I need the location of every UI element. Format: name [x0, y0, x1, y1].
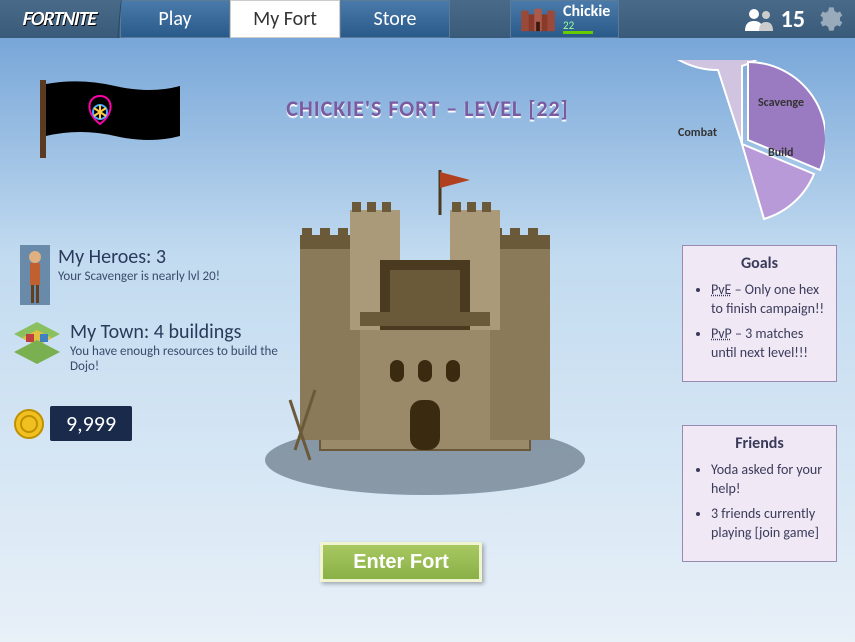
goal-item[interactable]: PvE – Only one hex to finish campaign!! [711, 281, 826, 319]
enter-fort-button[interactable]: Enter Fort [320, 542, 482, 582]
pie-label-combat: Combat [678, 126, 717, 140]
castle-icon [519, 5, 557, 33]
town-icon [12, 320, 62, 365]
tab-store[interactable]: Store [340, 0, 450, 38]
heroes-sub: Your Scavenger is nearly lvl 20! [58, 269, 220, 284]
goals-panel: Goals PvE – Only one hex to finish campa… [682, 245, 837, 382]
friends-icon [743, 7, 775, 31]
pie-label-build: Build [768, 146, 794, 160]
coin-value: 9,999 [50, 406, 132, 441]
friend-count-value: 15 [781, 5, 805, 34]
heroes-heading: My Heroes: 3 [58, 245, 220, 269]
friend-count[interactable]: 15 [743, 5, 805, 34]
hero-icon [20, 245, 50, 305]
settings-icon[interactable] [815, 5, 843, 33]
friends-title: Friends [693, 434, 826, 453]
friend-item[interactable]: 3 friends currently playing [join game] [711, 505, 826, 543]
activity-pie-chart: Combat Scavenge Build [660, 60, 825, 225]
game-logo: FORTNITE [0, 0, 122, 38]
player-level: 22 [563, 20, 593, 34]
pie-label-scavenge: Scavenge [758, 96, 804, 110]
player-badge[interactable]: Chickie 22 [510, 0, 619, 38]
coins-display[interactable]: 9,999 [14, 406, 132, 441]
tab-play[interactable]: Play [120, 0, 230, 38]
goal-item[interactable]: PvP – 3 matches until next level!!! [711, 325, 826, 363]
fort-image [240, 140, 610, 510]
friend-item[interactable]: Yoda asked for your help! [711, 461, 826, 499]
coin-icon [14, 409, 44, 439]
top-bar: FORTNITE Play My Fort Store Chickie 22 1… [0, 0, 855, 38]
goals-title: Goals [693, 254, 826, 273]
friends-panel: Friends Yoda asked for your help! 3 frie… [682, 425, 837, 562]
tab-my-fort[interactable]: My Fort [230, 0, 340, 38]
player-name: Chickie [563, 4, 610, 20]
